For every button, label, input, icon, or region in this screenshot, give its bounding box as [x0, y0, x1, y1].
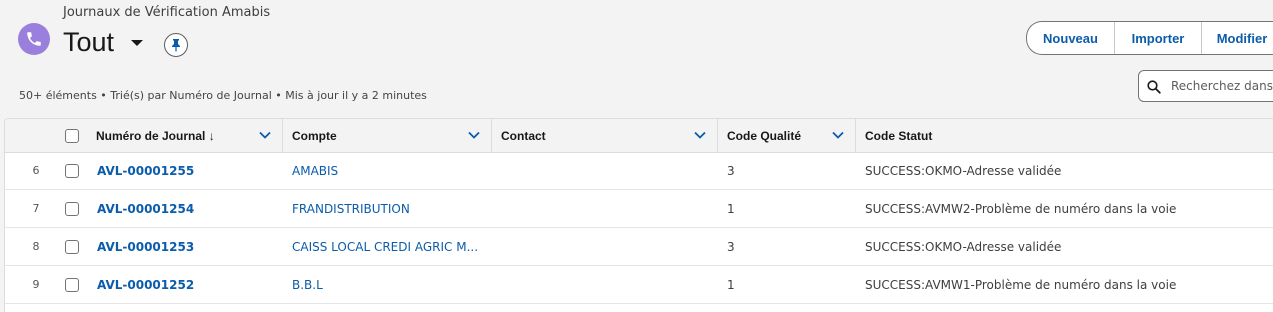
- select-all-header: [5, 119, 87, 152]
- journal-link[interactable]: AVL-00001253: [97, 228, 194, 265]
- table-row[interactable]: 7 AVL-00001254 FRANDISTRIBUTION 1 SUCCES…: [5, 190, 1273, 228]
- chevron-down-icon[interactable]: [832, 130, 844, 140]
- row-number: 9: [32, 278, 40, 291]
- column-label: Code Statut: [865, 128, 933, 143]
- qualite-cell: 3: [727, 239, 735, 254]
- qualite-cell: 1: [727, 201, 735, 216]
- edit-button[interactable]: Modifier: [1202, 22, 1273, 54]
- chevron-down-icon[interactable]: [130, 38, 144, 48]
- select-all-checkbox[interactable]: [65, 129, 79, 143]
- page-header: Journaux de Vérification Amabis Tout Nou…: [0, 0, 1273, 118]
- row-checkbox[interactable]: [65, 277, 79, 292]
- table-row[interactable]: 8 AVL-00001253 CAISS LOCAL CREDI AGRIC M…: [5, 228, 1273, 266]
- statut-cell: SUCCESS:AVMW2-Problème de numéro dans la…: [865, 201, 1177, 216]
- statut-cell: SUCCESS:AVMW1-Problème de numéro dans la…: [865, 277, 1177, 292]
- column-header-journal[interactable]: Numéro de Journal ↓: [87, 119, 283, 152]
- table-row[interactable]: 6 AVL-00001255 AMABIS 3 SUCCESS:OKMO-Adr…: [5, 152, 1273, 190]
- chevron-down-icon[interactable]: [694, 130, 706, 140]
- chevron-down-icon[interactable]: [468, 130, 480, 140]
- action-button-group: Nouveau Importer Modifier: [1026, 21, 1273, 55]
- list-view-title[interactable]: Tout: [63, 27, 114, 58]
- column-header-qualite[interactable]: Code Qualité: [718, 119, 856, 152]
- column-header-contact[interactable]: Contact: [492, 119, 718, 152]
- table-header-row: Numéro de Journal ↓ Compte Contact Code …: [5, 119, 1273, 153]
- column-label: Numéro de Journal ↓: [96, 128, 215, 143]
- search-input[interactable]: Recherchez dans c: [1138, 70, 1273, 102]
- row-checkbox[interactable]: [65, 239, 79, 254]
- row-checkbox[interactable]: [65, 163, 79, 178]
- journal-link[interactable]: AVL-00001254: [97, 190, 194, 227]
- compte-link[interactable]: B.B.L: [292, 266, 323, 303]
- compte-link[interactable]: AMABIS: [292, 152, 338, 189]
- data-table: Numéro de Journal ↓ Compte Contact Code …: [4, 118, 1273, 312]
- column-header-compte[interactable]: Compte: [283, 119, 492, 152]
- column-label: Compte: [292, 128, 337, 143]
- object-label: Journaux de Vérification Amabis: [63, 5, 271, 20]
- column-header-statut[interactable]: Code Statut: [856, 119, 1273, 152]
- journal-link[interactable]: AVL-00001255: [97, 152, 194, 189]
- search-placeholder: Recherchez dans c: [1171, 79, 1273, 93]
- import-button[interactable]: Importer: [1115, 22, 1202, 54]
- qualite-cell: 3: [727, 163, 735, 178]
- statut-cell: SUCCESS:OKMO-Adresse validée: [865, 239, 1062, 254]
- row-number: 7: [32, 202, 40, 215]
- journal-link[interactable]: AVL-00001252: [97, 266, 194, 303]
- search-icon: [1147, 80, 1161, 94]
- phone-icon: [18, 23, 50, 55]
- compte-link[interactable]: FRANDISTRIBUTION: [292, 190, 410, 227]
- column-label: Code Qualité: [727, 128, 802, 143]
- row-number: 8: [32, 240, 40, 253]
- compte-link[interactable]: CAISS LOCAL CREDI AGRIC M...: [292, 228, 478, 265]
- qualite-cell: 1: [727, 277, 735, 292]
- list-meta-info: 50+ éléments • Trié(s) par Numéro de Jou…: [19, 89, 427, 102]
- pin-list-button[interactable]: [164, 33, 188, 57]
- row-number: 6: [32, 164, 40, 177]
- pin-icon: [172, 39, 180, 52]
- table-row[interactable]: 9 AVL-00001252 B.B.L 1 SUCCESS:AVMW1-Pro…: [5, 266, 1273, 304]
- new-button[interactable]: Nouveau: [1027, 22, 1115, 54]
- statut-cell: SUCCESS:OKMO-Adresse validée: [865, 163, 1062, 178]
- row-checkbox[interactable]: [65, 201, 79, 216]
- column-label: Contact: [501, 128, 546, 143]
- chevron-down-icon[interactable]: [259, 130, 271, 140]
